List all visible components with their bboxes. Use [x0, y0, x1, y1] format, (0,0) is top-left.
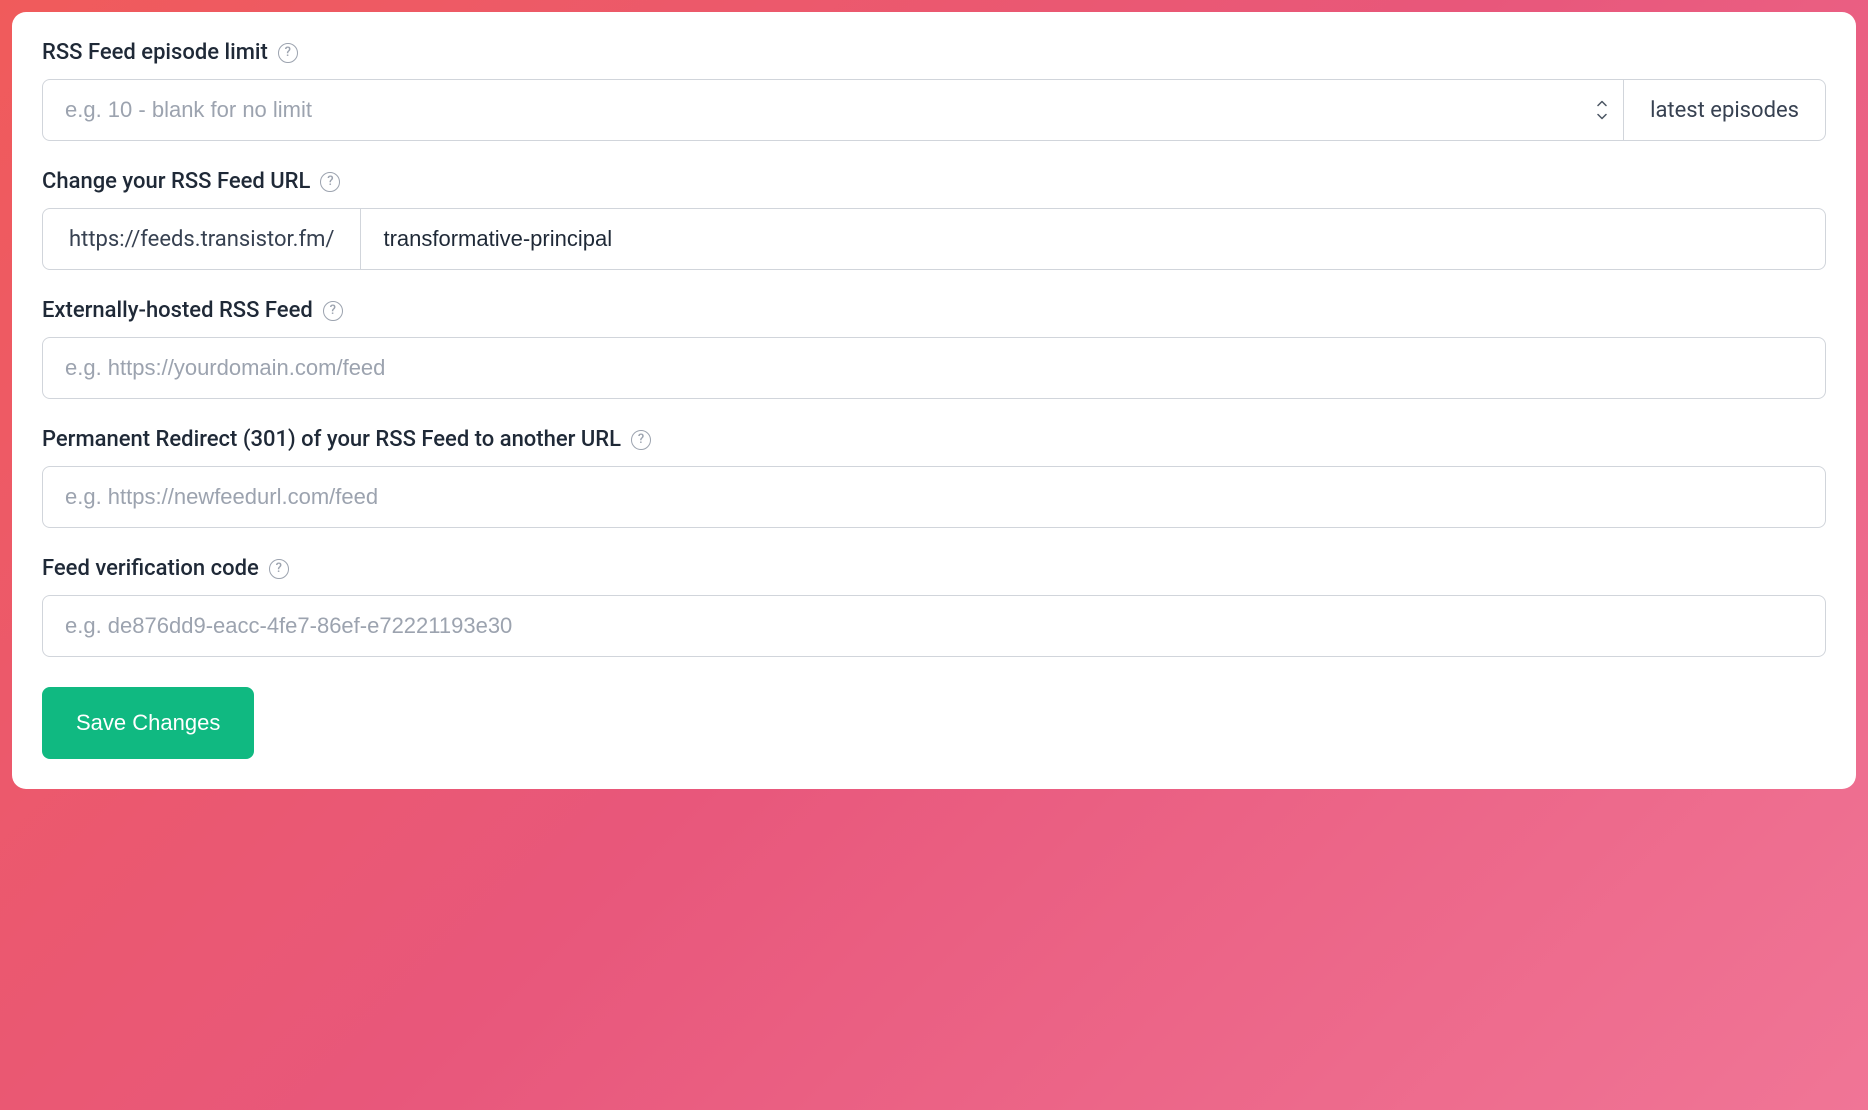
- episode-limit-input-wrap: [42, 79, 1624, 141]
- field-verification: Feed verification code ?: [42, 556, 1826, 657]
- redirect-input[interactable]: [42, 466, 1826, 528]
- external-feed-label: Externally-hosted RSS Feed: [42, 298, 313, 323]
- number-stepper: [1594, 98, 1610, 123]
- label-row: Externally-hosted RSS Feed ?: [42, 298, 1826, 323]
- field-feed-url: Change your RSS Feed URL ? https://feeds…: [42, 169, 1826, 270]
- verification-label: Feed verification code: [42, 556, 259, 581]
- chevron-down-icon[interactable]: [1594, 111, 1610, 123]
- label-row: Change your RSS Feed URL ?: [42, 169, 1826, 194]
- feed-url-input-row: https://feeds.transistor.fm/: [42, 208, 1826, 270]
- label-row: Permanent Redirect (301) of your RSS Fee…: [42, 427, 1826, 452]
- verification-input[interactable]: [42, 595, 1826, 657]
- feed-url-prefix: https://feeds.transistor.fm/: [42, 208, 361, 270]
- episode-limit-select[interactable]: latest episodes: [1624, 79, 1826, 141]
- episode-limit-label: RSS Feed episode limit: [42, 40, 268, 65]
- field-redirect: Permanent Redirect (301) of your RSS Fee…: [42, 427, 1826, 528]
- save-button[interactable]: Save Changes: [42, 687, 254, 759]
- chevron-up-icon[interactable]: [1594, 98, 1610, 110]
- help-icon[interactable]: ?: [631, 430, 651, 450]
- label-row: RSS Feed episode limit ?: [42, 40, 1826, 65]
- redirect-label: Permanent Redirect (301) of your RSS Fee…: [42, 427, 621, 452]
- help-icon[interactable]: ?: [278, 43, 298, 63]
- field-episode-limit: RSS Feed episode limit ? latest episodes: [42, 40, 1826, 141]
- help-icon[interactable]: ?: [320, 172, 340, 192]
- field-external-feed: Externally-hosted RSS Feed ?: [42, 298, 1826, 399]
- external-feed-input[interactable]: [42, 337, 1826, 399]
- help-icon[interactable]: ?: [323, 301, 343, 321]
- feed-url-slug-input[interactable]: [361, 208, 1826, 270]
- label-row: Feed verification code ?: [42, 556, 1826, 581]
- help-icon[interactable]: ?: [269, 559, 289, 579]
- episode-limit-input-row: latest episodes: [42, 79, 1826, 141]
- episode-limit-input[interactable]: [42, 79, 1624, 141]
- settings-card: RSS Feed episode limit ? latest episodes: [12, 12, 1856, 789]
- feed-url-label: Change your RSS Feed URL: [42, 169, 310, 194]
